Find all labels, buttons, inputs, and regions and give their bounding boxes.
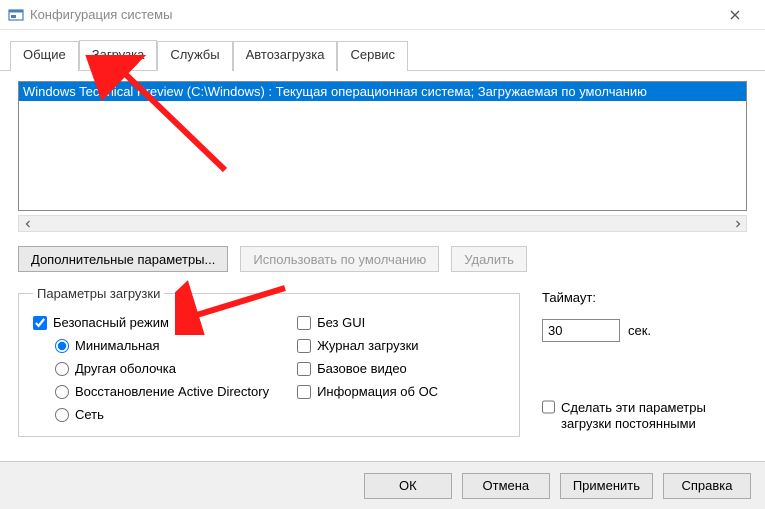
flags-column: Без GUI Журнал загрузки Базовое видео Ин… xyxy=(297,315,438,422)
tab-content: Windows Technical Preview (C:\Windows) :… xyxy=(0,71,765,447)
boot-buttons-row: Дополнительные параметры... Использовать… xyxy=(18,246,747,272)
dsrepair-radio[interactable] xyxy=(55,385,69,399)
ok-button[interactable]: ОК xyxy=(364,473,452,499)
tab-row: Общие Загрузка Службы Автозагрузка Серви… xyxy=(0,30,765,71)
dsrepair-label: Восстановление Active Directory xyxy=(75,384,269,399)
cancel-button[interactable]: Отмена xyxy=(462,473,550,499)
boot-entry[interactable]: Windows Technical Preview (C:\Windows) :… xyxy=(19,82,746,101)
set-default-button: Использовать по умолчанию xyxy=(240,246,439,272)
tab-boot[interactable]: Загрузка xyxy=(79,40,158,70)
timeout-input[interactable] xyxy=(542,319,620,342)
basevideo-checkbox[interactable] xyxy=(297,362,311,376)
horizontal-scrollbar[interactable] xyxy=(18,215,747,232)
safeboot-label: Безопасный режим xyxy=(53,315,169,330)
app-icon xyxy=(8,7,24,23)
help-button[interactable]: Справка xyxy=(663,473,751,499)
tab-general[interactable]: Общие xyxy=(10,41,79,71)
osinfo-label: Информация об ОС xyxy=(317,384,438,399)
timeout-suffix: сек. xyxy=(628,323,651,338)
boot-options-fieldset: Параметры загрузки Безопасный режим Мини… xyxy=(18,286,520,437)
lower-area: Параметры загрузки Безопасный режим Мини… xyxy=(18,286,747,437)
boot-options-legend: Параметры загрузки xyxy=(33,286,164,301)
close-button[interactable] xyxy=(712,0,757,30)
scroll-right-icon[interactable] xyxy=(729,216,746,231)
titlebar: Конфигурация системы xyxy=(0,0,765,30)
delete-button: Удалить xyxy=(451,246,527,272)
boot-entries-list[interactable]: Windows Technical Preview (C:\Windows) :… xyxy=(18,81,747,211)
persist-checkbox[interactable] xyxy=(542,400,555,414)
safeboot-column: Безопасный режим Минимальная Другая обол… xyxy=(33,315,269,422)
scroll-left-icon[interactable] xyxy=(19,216,36,231)
apply-button[interactable]: Применить xyxy=(560,473,653,499)
tab-tools[interactable]: Сервис xyxy=(337,41,408,71)
minimal-label: Минимальная xyxy=(75,338,160,353)
bootlog-checkbox[interactable] xyxy=(297,339,311,353)
window-title: Конфигурация системы xyxy=(30,7,712,22)
nogui-label: Без GUI xyxy=(317,315,365,330)
bootlog-label: Журнал загрузки xyxy=(317,338,418,353)
persist-label: Сделать эти параметры загрузки постоянны… xyxy=(561,400,747,433)
tab-startup[interactable]: Автозагрузка xyxy=(233,41,338,71)
network-radio[interactable] xyxy=(55,408,69,422)
tab-services[interactable]: Службы xyxy=(157,41,232,71)
altshell-label: Другая оболочка xyxy=(75,361,176,376)
advanced-options-button[interactable]: Дополнительные параметры... xyxy=(18,246,228,272)
right-column: Таймаут: сек. Сделать эти параметры загр… xyxy=(542,286,747,437)
safeboot-checkbox[interactable] xyxy=(33,316,47,330)
network-label: Сеть xyxy=(75,407,104,422)
timeout-label: Таймаут: xyxy=(542,290,747,305)
dialog-footer: ОК Отмена Применить Справка xyxy=(0,461,765,509)
minimal-radio[interactable] xyxy=(55,339,69,353)
osinfo-checkbox[interactable] xyxy=(297,385,311,399)
nogui-checkbox[interactable] xyxy=(297,316,311,330)
altshell-radio[interactable] xyxy=(55,362,69,376)
basevideo-label: Базовое видео xyxy=(317,361,407,376)
